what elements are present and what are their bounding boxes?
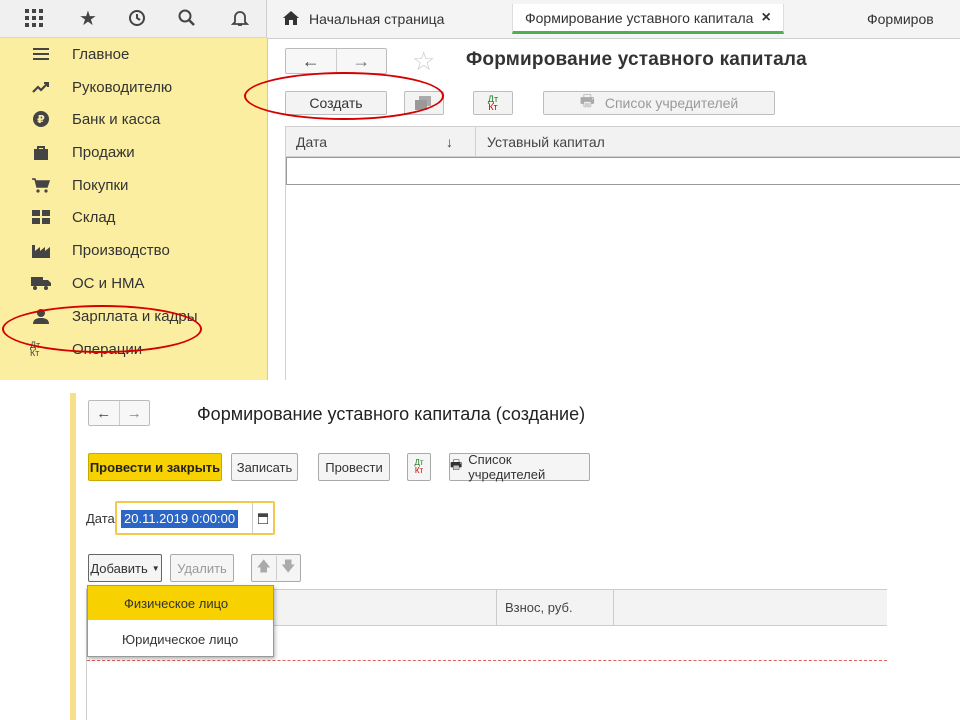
column-capital[interactable]: Уставный капитал bbox=[476, 127, 960, 157]
sidebar-item-label: ОС и НМА bbox=[72, 274, 145, 292]
column-label: Взнос, руб. bbox=[505, 600, 573, 615]
delete-button[interactable]: Удалить bbox=[170, 554, 234, 582]
forward-arrow-icon[interactable]: → bbox=[118, 401, 150, 425]
date-field[interactable]: 20.11.2019 0:00:00 bbox=[115, 501, 275, 535]
sort-arrow-icon: ↓ bbox=[446, 133, 453, 150]
kt-label: Кт bbox=[414, 466, 424, 475]
row-divider bbox=[87, 660, 887, 661]
move-up-icon[interactable]: 🡅 bbox=[252, 556, 276, 580]
grid-icon[interactable] bbox=[22, 6, 46, 30]
ruble-icon: ₽ bbox=[30, 111, 52, 127]
sidebar-item-label: Продажи bbox=[72, 143, 135, 161]
add-label: Добавить bbox=[90, 560, 148, 576]
sidebar-item-label: Руководителю bbox=[72, 78, 173, 96]
menu-item-individual[interactable]: Физическое лицо bbox=[88, 586, 273, 620]
post-button[interactable]: Провести bbox=[318, 453, 390, 481]
sidebar-item-warehouse[interactable]: Склад bbox=[0, 202, 267, 232]
chevron-down-icon: ▼ bbox=[151, 563, 160, 573]
sidebar-item-production[interactable]: Производство bbox=[0, 235, 267, 265]
warehouse-icon bbox=[30, 210, 52, 224]
column-date[interactable]: Дата ↓ bbox=[286, 127, 476, 157]
tab-label: Формирование уставного капитала bbox=[525, 9, 754, 26]
home-icon bbox=[283, 10, 299, 28]
list-table: Дата ↓ Уставный капитал bbox=[285, 126, 960, 380]
tab-label: Начальная страница bbox=[309, 11, 445, 27]
sidebar-item-sales[interactable]: Продажи bbox=[0, 137, 267, 167]
sidebar-item-label: Главное bbox=[72, 45, 130, 63]
save-button[interactable]: Записать bbox=[231, 453, 298, 481]
top-screenshot: ★ Начальная страница Формирование уставн… bbox=[0, 0, 960, 380]
close-icon[interactable]: × bbox=[761, 9, 770, 27]
annotation-ellipse-salary bbox=[2, 305, 202, 353]
printer-icon: 🖶 bbox=[450, 457, 463, 472]
founders-list-label: Список учредителей bbox=[604, 95, 739, 111]
bell-icon[interactable] bbox=[228, 6, 252, 30]
trend-icon bbox=[30, 81, 52, 93]
left-accent-bar bbox=[70, 393, 76, 720]
printer-icon: 🖶 bbox=[579, 92, 595, 110]
column-label: Дата bbox=[296, 133, 328, 150]
sidebar-item-assets[interactable]: ОС и НМА bbox=[0, 268, 267, 298]
add-button[interactable]: Добавить ▼ bbox=[88, 554, 162, 582]
tab-bar: Начальная страница Формирование уставног… bbox=[267, 0, 960, 39]
move-down-icon[interactable]: 🡇 bbox=[275, 556, 301, 580]
back-arrow-icon[interactable]: ← bbox=[89, 401, 119, 425]
favorite-star-icon[interactable]: ☆ bbox=[412, 46, 435, 77]
tab-label: Формиров bbox=[867, 11, 934, 27]
cart-icon bbox=[30, 177, 52, 193]
sidebar-item-bank[interactable]: ₽ Банк и касса bbox=[0, 104, 267, 134]
sidebar-item-label: Склад bbox=[72, 208, 116, 226]
post-and-close-button[interactable]: Провести и закрыть bbox=[88, 453, 222, 481]
page-title: Формирование уставного капитала bbox=[466, 49, 807, 70]
bottom-screenshot: ← → Формирование уставного капитала (соз… bbox=[70, 393, 960, 720]
back-arrow-icon[interactable]: ← bbox=[286, 49, 336, 73]
menu-item-legal-entity[interactable]: Юридическое лицо bbox=[88, 622, 273, 656]
calendar-icon[interactable] bbox=[252, 503, 273, 533]
top-toolbar: ★ bbox=[0, 0, 267, 38]
column-label: Уставный капитал bbox=[487, 133, 605, 150]
svg-text:₽: ₽ bbox=[37, 113, 45, 126]
founders-list-label: Список учредителей bbox=[468, 452, 546, 482]
sidebar-item-manager[interactable]: Руководителю bbox=[0, 72, 267, 102]
menu-icon bbox=[30, 48, 52, 60]
annotation-ellipse-create bbox=[244, 72, 444, 120]
forward-arrow-icon[interactable]: → bbox=[335, 49, 387, 73]
column-contribution[interactable]: Взнос, руб. bbox=[497, 590, 614, 626]
sidebar-item-main[interactable]: Главное bbox=[0, 39, 267, 69]
sidebar-item-label: Производство bbox=[72, 241, 170, 259]
bag-icon bbox=[30, 145, 52, 160]
add-dropdown-menu: Физическое лицо Юридическое лицо bbox=[87, 585, 274, 657]
history-icon[interactable] bbox=[125, 6, 149, 30]
nav-buttons: ← → bbox=[88, 400, 150, 426]
table-row[interactable] bbox=[286, 157, 960, 185]
date-value[interactable]: 20.11.2019 0:00:00 bbox=[121, 510, 239, 528]
dtkt-button[interactable]: Дт Кт bbox=[407, 453, 431, 481]
search-icon[interactable] bbox=[175, 6, 199, 30]
move-buttons: 🡅 🡇 bbox=[251, 554, 301, 582]
nav-buttons: ← → bbox=[285, 48, 387, 74]
tab-capital[interactable]: Формирование уставного капитала × bbox=[512, 4, 784, 34]
tab-home[interactable]: Начальная страница bbox=[271, 4, 456, 34]
factory-icon bbox=[30, 243, 52, 258]
founders-list-button[interactable]: 🖶 Список учредителей bbox=[543, 91, 775, 115]
sidebar-item-label: Покупки bbox=[72, 176, 129, 194]
sidebar-item-label: Банк и касса bbox=[72, 110, 161, 128]
date-label: Дата: bbox=[86, 511, 119, 526]
sidebar-item-purchases[interactable]: Покупки bbox=[0, 170, 267, 200]
document-title: Формирование уставного капитала (создани… bbox=[197, 404, 586, 424]
truck-icon bbox=[30, 276, 52, 290]
dtkt-button[interactable]: Дт Кт bbox=[473, 91, 513, 115]
kt-label: Кт bbox=[488, 102, 498, 112]
founders-list-button[interactable]: 🖶 Список учредителей bbox=[449, 452, 590, 482]
star-icon[interactable]: ★ bbox=[76, 6, 100, 30]
column-empty bbox=[614, 590, 887, 626]
tab-capital-2[interactable]: Формиров bbox=[855, 4, 946, 34]
